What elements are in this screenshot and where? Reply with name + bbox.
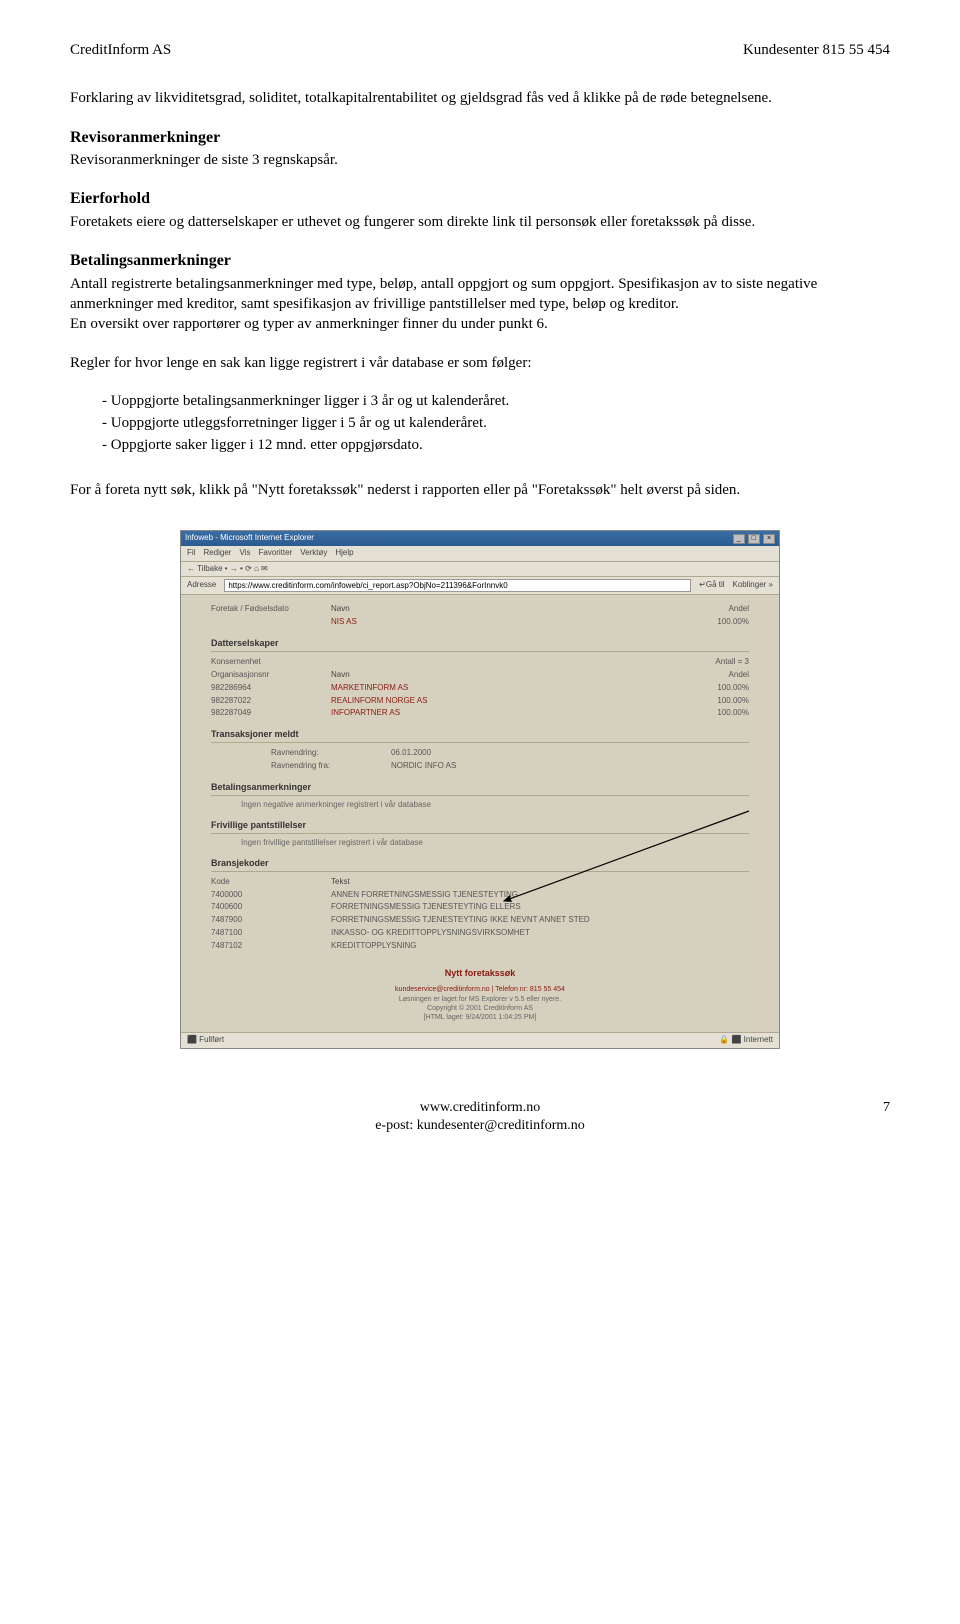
header-right: Kundesenter 815 55 454: [743, 40, 890, 60]
menu-item[interactable]: Verktøy: [300, 548, 327, 559]
section-bransje: Bransjekoder: [211, 857, 749, 872]
intro-paragraph: Forklaring av likviditetsgrad, soliditet…: [70, 88, 890, 108]
ie-window: Infoweb - Microsoft Internet Explorer _ …: [180, 530, 780, 1049]
header-left: CreditInform AS: [70, 40, 171, 60]
section-datter: Datterselskaper: [211, 637, 749, 652]
page-footer: www.creditinform.no e-post: kundesenter@…: [70, 1099, 890, 1137]
section-title-eier: Eierforhold: [70, 188, 890, 210]
screenshot-container: Infoweb - Microsoft Internet Explorer _ …: [70, 530, 890, 1049]
window-titlebar: Infoweb - Microsoft Internet Explorer _ …: [181, 531, 779, 546]
nytt-foretakssok-label: Nytt foretakssøk: [445, 968, 516, 978]
section-eier: Eierforhold Foretakets eiere og datterse…: [70, 188, 890, 232]
rule-item: - Uoppgjorte utleggsforretninger ligger …: [102, 413, 890, 433]
address-bar: Adresse ↵Gå til Koblinger »: [181, 577, 779, 595]
links-button[interactable]: Koblinger »: [733, 580, 773, 591]
section-trans: Transaksjoner meldt: [211, 728, 749, 743]
section-betaling: Betalingsanmerkninger Antall registrerte…: [70, 250, 890, 334]
new-search-note: For å foreta nytt søk, klikk på "Nytt fo…: [70, 480, 890, 500]
footer-email: e-post: kundesenter@creditinform.no: [70, 1117, 890, 1136]
maximize-button[interactable]: □: [748, 534, 760, 544]
col-header: Organisasjonsnr: [211, 670, 331, 681]
menu-bar: Fil Rediger Vis Favoritter Verktøy Hjelp: [181, 546, 779, 562]
table-row: 982287049 INFOPARTNER AS 100.00%: [211, 707, 749, 720]
url-input[interactable]: [224, 579, 691, 592]
status-bar: ⬛ Fullført 🔒 ⬛ Internett: [181, 1032, 779, 1048]
datter-link[interactable]: INFOPARTNER AS: [331, 708, 669, 719]
page-number: 7: [883, 1099, 890, 1118]
section-title-betaling: Betalingsanmerkninger: [70, 250, 890, 272]
rule-item: - Oppgjorte saker ligger i 12 mnd. etter…: [102, 435, 890, 455]
section-revisor: Revisoranmerkninger Revisoranmerkninger …: [70, 127, 890, 171]
betaling-p2: En oversikt over rapportører og typer av…: [70, 314, 890, 334]
col-header: Navn: [331, 604, 669, 615]
col-header: Andel: [669, 604, 749, 615]
nytt-foretakssok[interactable]: Nytt foretakssøk: [211, 967, 749, 980]
table-row: 982286964 MARKETINFORM AS 100.00%: [211, 682, 749, 695]
col-header: Antall = 3: [669, 657, 749, 668]
section-body-revisor: Revisoranmerkninger de siste 3 regnskaps…: [70, 150, 890, 170]
rule-item: - Uoppgjorte betalingsanmerkninger ligge…: [102, 391, 890, 411]
address-label: Adresse: [187, 580, 216, 591]
section-betal: Betalingsanmerkninger: [211, 781, 749, 796]
table-row: 7400000ANNEN FORRETNINGSMESSIG TJENESTEY…: [211, 889, 749, 902]
betal-msg: Ingen negative anmerkninger registrert i…: [241, 800, 749, 811]
table-row: 7487100INKASSO- OG KREDITTOPPLYSNINGSVIR…: [211, 927, 749, 940]
footer-url: www.creditinform.no: [70, 1099, 890, 1118]
toolbar: ← Tilbake • → • ⟳ ⌂ ✉: [181, 562, 779, 578]
table-row: 7487102KREDITTOPPLYSNING: [211, 940, 749, 953]
col-header: Navn: [331, 670, 669, 681]
section-pant: Frivillige pantstillelser: [211, 819, 749, 834]
toolbar-buttons[interactable]: ← Tilbake • → • ⟳ ⌂ ✉: [187, 564, 268, 575]
col-header: Konsernenhet: [211, 657, 331, 668]
menu-item[interactable]: Vis: [239, 548, 250, 559]
page-header: CreditInform AS Kundesenter 815 55 454: [70, 40, 890, 60]
betaling-p1: Antall registrerte betalingsanmerkninger…: [70, 274, 890, 315]
screenshot-footer: kundeservice@creditinform.no | Telefon n…: [211, 985, 749, 1021]
menu-item[interactable]: Fil: [187, 548, 195, 559]
col-header: Foretak / Fødselsdato: [211, 604, 331, 615]
menu-item[interactable]: Hjelp: [335, 548, 353, 559]
foretak-andel: 100.00%: [669, 617, 749, 628]
status-right: 🔒 ⬛ Internett: [719, 1035, 773, 1046]
col-header: Kode: [211, 877, 331, 888]
col-header: Andel: [669, 670, 749, 681]
col-header: Tekst: [331, 877, 749, 888]
page-content: Foretak / Fødselsdato Navn Andel NIS AS …: [181, 595, 779, 1031]
menu-item[interactable]: Rediger: [203, 548, 231, 559]
window-title: Infoweb - Microsoft Internet Explorer: [185, 533, 314, 544]
minimize-button[interactable]: _: [733, 534, 745, 544]
section-body-eier: Foretakets eiere og datterselskaper er u…: [70, 212, 890, 232]
rules-intro: Regler for hvor lenge en sak kan ligge r…: [70, 353, 890, 373]
table-row: 7487900FORRETNINGSMESSIG TJENESTEYTING I…: [211, 914, 749, 927]
foretak-navn[interactable]: NIS AS: [331, 617, 669, 628]
window-buttons: _ □ ×: [732, 533, 775, 544]
pant-msg: Ingen frivillige pantstillelser registre…: [241, 838, 749, 849]
close-button[interactable]: ×: [763, 534, 775, 544]
rules-list: - Uoppgjorte betalingsanmerkninger ligge…: [102, 391, 890, 456]
section-title-revisor: Revisoranmerkninger: [70, 127, 890, 149]
datter-link[interactable]: MARKETINFORM AS: [331, 683, 669, 694]
datter-link[interactable]: REALINFORM NORGE AS: [331, 696, 669, 707]
status-left: ⬛ Fullført: [187, 1035, 224, 1046]
table-row: 982287022 REALINFORM NORGE AS 100.00%: [211, 695, 749, 708]
table-row: 7400600FORRETNINGSMESSIG TJENESTEYTING E…: [211, 901, 749, 914]
menu-item[interactable]: Favoritter: [258, 548, 292, 559]
go-button[interactable]: ↵Gå til: [699, 580, 724, 591]
